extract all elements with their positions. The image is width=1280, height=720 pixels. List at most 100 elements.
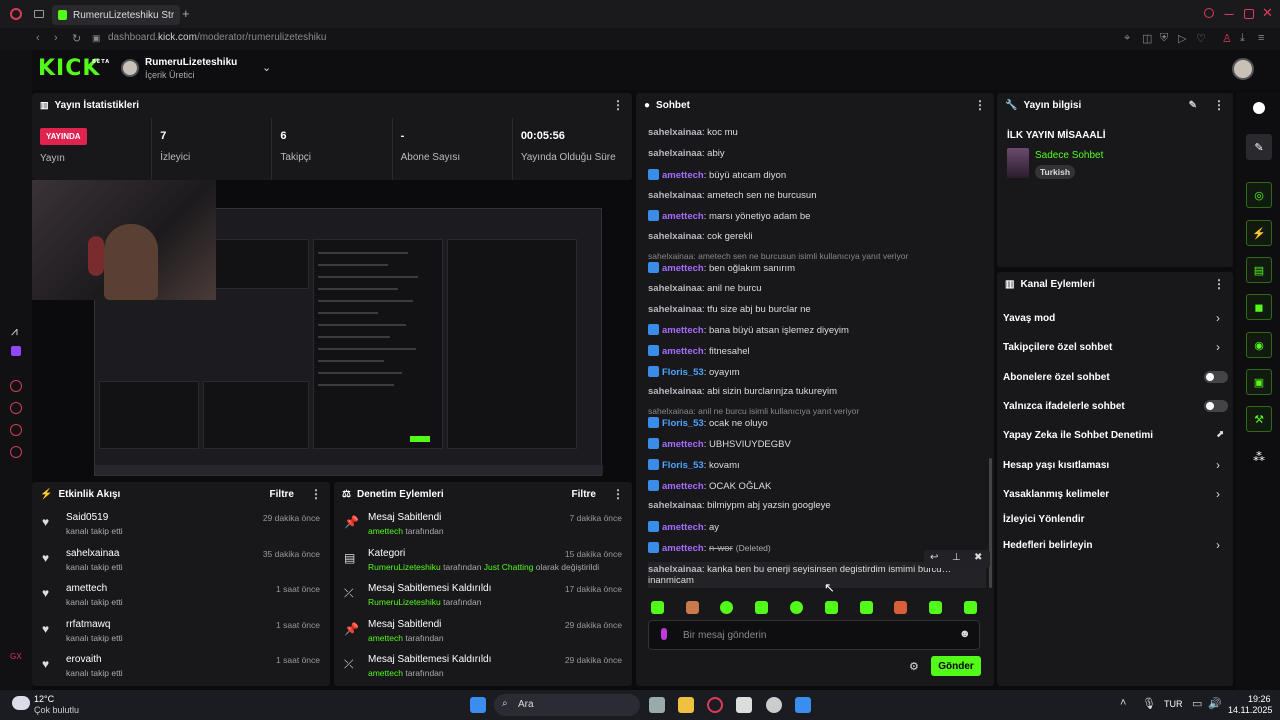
- channel-actions-menu-icon[interactable]: ⋮: [1213, 277, 1225, 291]
- chat-message[interactable]: sahelxainaa: abiy: [648, 148, 725, 159]
- mic-icon[interactable]: [661, 628, 667, 640]
- chat-scrollbar[interactable]: [989, 458, 992, 588]
- opera-logo-icon[interactable]: [10, 8, 22, 20]
- notes-tool-button[interactable]: ▤: [1246, 257, 1272, 283]
- clock-date[interactable]: 14.11.2025: [1228, 705, 1272, 715]
- chat-message[interactable]: Floris_53: kovamı: [648, 459, 740, 471]
- network-icon[interactable]: ▭: [1192, 697, 1202, 710]
- chat-username[interactable]: sahelxainaa: [648, 564, 702, 575]
- emote-icon[interactable]: [964, 601, 977, 614]
- action-subscribers-only[interactable]: Abonelere özel sohbet: [1003, 372, 1110, 383]
- activity-menu-icon[interactable]: ⋮: [310, 487, 322, 501]
- chat-username[interactable]: sahelxainaa: [648, 231, 702, 242]
- chat-message[interactable]: amettech: bana büyü atsan işlemez diyeyi…: [648, 324, 849, 336]
- chat-message[interactable]: amettech: marsı yönetiyo adam be: [648, 210, 810, 222]
- chat-message[interactable]: sahelxainaa: ametech sen ne burcusun: [648, 190, 816, 201]
- action-emotes-only[interactable]: Yalnızca ifadelerle sohbet: [1003, 401, 1125, 412]
- action-raid[interactable]: İzleyici Yönlendir: [1003, 514, 1085, 525]
- reply-icon[interactable]: ↩: [930, 552, 938, 563]
- chat-username[interactable]: amettech: [662, 522, 704, 533]
- search-tabs-icon[interactable]: [1204, 8, 1214, 18]
- more-tools-icon[interactable]: ⁂: [1253, 450, 1265, 464]
- chat-username[interactable]: amettech: [662, 325, 704, 336]
- chat-username[interactable]: sahelxainaa: [648, 283, 702, 294]
- emotes-only-toggle[interactable]: [1204, 400, 1228, 412]
- emote-icon[interactable]: [894, 601, 907, 614]
- chat-message[interactable]: amettech: fitnesahel: [648, 345, 750, 357]
- chat-message[interactable]: sahelxainaa: koc mu: [648, 127, 738, 138]
- chat-username[interactable]: sahelxainaa: [648, 304, 702, 315]
- category-name[interactable]: Sadece Sohbet: [1035, 150, 1103, 161]
- mic-tray-icon[interactable]: 🎙: [1142, 697, 1156, 710]
- opera-gx-icon[interactable]: [707, 697, 723, 713]
- menu-icon[interactable]: ≡: [1258, 32, 1264, 44]
- shield-icon[interactable]: ⛨: [1160, 32, 1168, 45]
- action-goals[interactable]: Hedefleri belirleyin: [1003, 540, 1092, 551]
- chat-username[interactable]: amettech: [662, 170, 704, 181]
- emoji-picker-icon[interactable]: ☻: [959, 628, 971, 640]
- chat-username[interactable]: Floris_53: [662, 460, 704, 471]
- arrow-icon[interactable]: ⩘: [11, 324, 18, 339]
- weather-temp[interactable]: 12°C: [34, 694, 54, 704]
- activity-filter-button[interactable]: Filtre: [270, 489, 294, 500]
- chat-message[interactable]: amettech: n-wor (Deleted): [648, 542, 771, 554]
- stream-preview[interactable]: [32, 180, 632, 480]
- action-account-age[interactable]: Hesap yaşı kısıtlaması: [1003, 460, 1109, 471]
- chat-username[interactable]: amettech: [662, 346, 704, 357]
- pin-message-icon[interactable]: ⊥: [952, 552, 961, 563]
- chat-username[interactable]: sahelxainaa: [648, 500, 702, 511]
- user-avatar[interactable]: [1232, 58, 1254, 80]
- chat-message[interactable]: sahelxainaa: cok gerekli: [648, 231, 753, 242]
- chevron-right-icon[interactable]: ›: [1216, 538, 1220, 552]
- chat-username[interactable]: amettech: [662, 211, 704, 222]
- history-icon[interactable]: [10, 402, 22, 414]
- meet-icon[interactable]: [795, 697, 811, 713]
- maximize-icon[interactable]: [1244, 9, 1254, 19]
- download-icon[interactable]: ⤓: [1240, 32, 1245, 45]
- twitch-icon[interactable]: [11, 346, 21, 356]
- action-banned-words[interactable]: Yasaklanmış kelimeler: [1003, 489, 1109, 500]
- settings-icon[interactable]: [10, 446, 22, 458]
- chat-bubble-icon[interactable]: [10, 424, 22, 436]
- edit-icon[interactable]: ✎: [1189, 100, 1197, 111]
- chat-message[interactable]: amettech: ay: [648, 521, 719, 533]
- chevron-right-icon[interactable]: ›: [1216, 458, 1220, 472]
- emote-icon[interactable]: [790, 601, 803, 614]
- cube-icon[interactable]: ▷: [1178, 32, 1186, 45]
- forward-icon[interactable]: ›: [54, 32, 58, 44]
- chat-username[interactable]: sahelxainaa: [648, 148, 702, 159]
- emote-icon[interactable]: [686, 601, 699, 614]
- chat-username[interactable]: sahelxainaa: [648, 386, 702, 397]
- back-icon[interactable]: ‹: [36, 32, 40, 44]
- settings-tool-button[interactable]: ⚒: [1246, 406, 1272, 432]
- chat-message[interactable]: amettech: ben oğlakım sanırım: [648, 262, 795, 274]
- chat-input-placeholder[interactable]: Bir mesaj gönderin: [683, 630, 766, 641]
- delete-icon[interactable]: ✖: [974, 552, 982, 563]
- browser-tab[interactable]: RumeruLizeteshiku Strea: [52, 5, 180, 25]
- heart-icon[interactable]: ♡: [1196, 32, 1206, 45]
- taskbar-search[interactable]: ⌕ Ara: [494, 694, 640, 716]
- moderation-filter-button[interactable]: Filtre: [572, 489, 596, 500]
- chat-username[interactable]: amettech: [662, 543, 704, 554]
- music-icon[interactable]: [10, 380, 22, 392]
- file-explorer-icon[interactable]: [678, 697, 694, 713]
- chat-username[interactable]: sahelxainaa: [648, 190, 702, 201]
- moderation-menu-icon[interactable]: ⋮: [612, 487, 624, 501]
- tray-chevron-icon[interactable]: ˄: [1120, 697, 1126, 709]
- pin-icon[interactable]: ⌖: [1124, 32, 1130, 45]
- chat-username[interactable]: Floris_53: [662, 418, 704, 429]
- send-button[interactable]: Gönder: [931, 656, 981, 676]
- chrome-icon[interactable]: [766, 697, 782, 713]
- stats-menu-icon[interactable]: ⋮: [612, 98, 624, 112]
- camera-tool-button[interactable]: ◎: [1246, 182, 1272, 208]
- chat-message[interactable]: sahelxainaa: tfu size abj bu burclar ne: [648, 304, 811, 315]
- broadcast-tool-button[interactable]: ◉: [1246, 332, 1272, 358]
- chevron-right-icon[interactable]: ›: [1216, 487, 1220, 501]
- emote-icon[interactable]: [720, 601, 733, 614]
- language-indicator[interactable]: TUR: [1164, 699, 1183, 709]
- clock-time[interactable]: 19:26: [1248, 694, 1271, 704]
- stream-info-menu-icon[interactable]: ⋮: [1213, 98, 1225, 112]
- chat-message[interactable]: amettech: UBHSVIUYDEGBV: [648, 438, 791, 450]
- chat-message[interactable]: amettech: OCAK OĞLAK: [648, 480, 771, 492]
- close-window-icon[interactable]: ✕: [1262, 5, 1273, 21]
